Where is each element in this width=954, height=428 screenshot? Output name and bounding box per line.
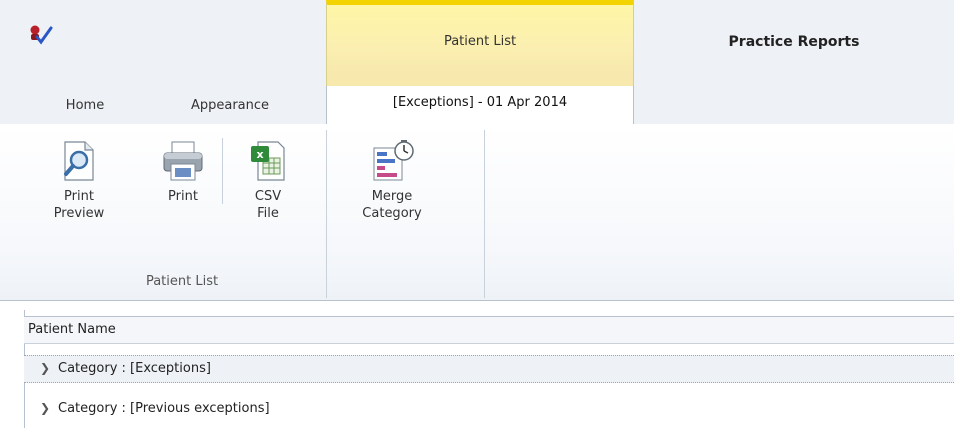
- csv-label-2: File: [257, 206, 279, 221]
- print-button[interactable]: Print: [152, 140, 214, 205]
- merge-label-2: Category: [362, 206, 422, 221]
- contextual-tab-edge: [326, 72, 634, 86]
- ribbon-separator: [222, 138, 223, 204]
- printer-icon: [163, 141, 203, 181]
- category-row-previous-exceptions[interactable]: ❯ Category : [Previous exceptions]: [24, 396, 954, 424]
- category-row-label: Category : [Exceptions]: [58, 361, 211, 376]
- tab-appearance[interactable]: Appearance: [160, 98, 300, 124]
- print-preview-label-2: Preview: [53, 206, 105, 221]
- print-label: Print: [168, 189, 198, 204]
- chevron-right-icon[interactable]: ❯: [40, 401, 58, 415]
- print-preview-button[interactable]: Print Preview: [44, 140, 114, 222]
- category-row-exceptions[interactable]: ❯ Category : [Exceptions]: [24, 355, 954, 383]
- tab-home[interactable]: Home: [40, 98, 130, 124]
- print-preview-label-1: Print: [64, 189, 94, 204]
- category-row-label: Category : [Previous exceptions]: [58, 401, 270, 416]
- merge-label-1: Merge: [371, 189, 413, 204]
- ribbon-separator: [484, 130, 485, 298]
- chevron-right-icon[interactable]: ❯: [40, 361, 58, 375]
- print-preview-icon: [64, 141, 94, 181]
- contextual-tab-label: Patient List: [443, 34, 517, 49]
- svg-text:x: x: [256, 148, 263, 161]
- csv-label-1: CSV: [254, 189, 282, 204]
- excel-csv-icon: x: [251, 141, 285, 181]
- ribbon: Print Preview Print x CSV File Merge Cat…: [0, 124, 954, 301]
- merge-category-button[interactable]: Merge Category: [342, 140, 442, 222]
- ribbon-separator: [326, 130, 327, 298]
- app-logo-icon[interactable]: [28, 24, 54, 46]
- merge-category-icon: [373, 140, 414, 181]
- window-title: Practice Reports: [728, 34, 860, 50]
- csv-file-button[interactable]: x CSV File: [232, 140, 304, 222]
- tab-exceptions-report[interactable]: [Exceptions] - 01 Apr 2014: [326, 86, 634, 125]
- column-header-patient-name[interactable]: Patient Name: [24, 316, 954, 344]
- ribbon-group-label: Patient List: [145, 274, 219, 289]
